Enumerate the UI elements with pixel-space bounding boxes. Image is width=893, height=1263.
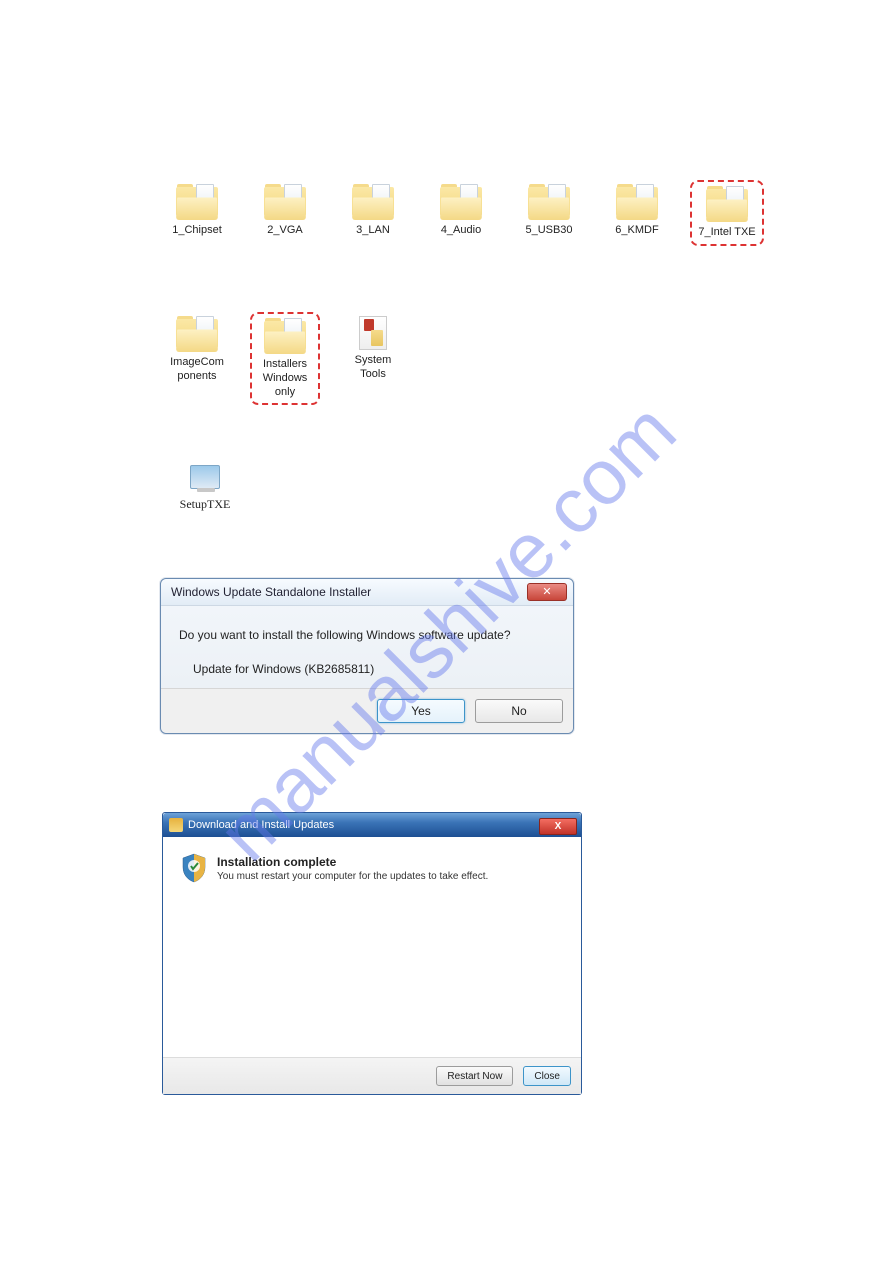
close-icon: X [555, 821, 562, 832]
folder-label: 6_KMDF [615, 224, 658, 238]
dialog-download-install-updates: Download and Install Updates X Installat… [162, 812, 582, 1095]
dialog1-title: Windows Update Standalone Installer [171, 585, 371, 599]
dialog2-heading: Installation complete [217, 855, 488, 869]
folder-intel-txe[interactable]: 7_Intel TXE [690, 180, 764, 246]
close-button-footer[interactable]: Close [523, 1066, 571, 1086]
folder-icon [264, 184, 306, 220]
monitor-icon [190, 465, 220, 489]
dialog1-body: Do you want to install the following Win… [161, 606, 573, 688]
tools-icon [359, 316, 387, 350]
folder-icon [352, 184, 394, 220]
folder-kmdf[interactable]: 6_KMDF [602, 180, 672, 246]
dialog1-titlebar: Windows Update Standalone Installer ✕ [161, 579, 573, 606]
dialog2-subtext: You must restart your computer for the u… [217, 871, 488, 882]
folder-imagecomponents[interactable]: ImageCom ponents [162, 312, 232, 405]
folder-label: 1_Chipset [172, 224, 222, 238]
close-label: Close [534, 1071, 560, 1082]
folder-icon [176, 316, 218, 352]
no-button-label: No [511, 704, 526, 718]
folder-icon [176, 184, 218, 220]
folder-installers-windows-only[interactable]: Installers Windows only [250, 312, 320, 405]
shield-icon [181, 853, 207, 883]
no-button[interactable]: No [475, 699, 563, 723]
folder-icon [528, 184, 570, 220]
folder-icon [264, 318, 306, 354]
dialog2-title: Download and Install Updates [188, 819, 334, 831]
folder-label: Installers Windows only [263, 358, 308, 399]
update-icon [169, 818, 183, 832]
yes-button-label: Yes [411, 704, 431, 718]
folder-label: 5_USB30 [525, 224, 572, 238]
close-icon: ✕ [542, 587, 551, 598]
dialog1-footer: Yes No [161, 688, 573, 733]
setup-txe-label: SetupTXE [180, 497, 231, 512]
folder-label: 3_LAN [356, 224, 390, 238]
folder-vga[interactable]: 2_VGA [250, 180, 320, 246]
dialog-windows-update-standalone: Windows Update Standalone Installer ✕ Do… [160, 578, 574, 734]
folder-icon [440, 184, 482, 220]
folder-row-1: 1_Chipset 2_VGA 3_LAN 4_Audio 5_USB30 6_… [162, 180, 764, 246]
yes-button[interactable]: Yes [377, 699, 465, 723]
folder-icon [616, 184, 658, 220]
folder-system-tools[interactable]: System Tools [338, 312, 408, 405]
dialog2-body: Installation complete You must restart y… [163, 837, 581, 1057]
close-button[interactable]: ✕ [527, 583, 567, 601]
folder-label: 4_Audio [441, 224, 481, 238]
folder-icon [706, 186, 748, 222]
folder-row-2: ImageCom ponents Installers Windows only… [162, 312, 408, 405]
restart-now-button[interactable]: Restart Now [436, 1066, 513, 1086]
folder-lan[interactable]: 3_LAN [338, 180, 408, 246]
setup-txe-shortcut[interactable]: SetupTXE [170, 465, 240, 512]
folder-usb30[interactable]: 5_USB30 [514, 180, 584, 246]
folder-label: 7_Intel TXE [698, 226, 755, 240]
folder-label: ImageCom ponents [170, 356, 224, 384]
dialog2-titlebar: Download and Install Updates X [163, 813, 581, 837]
close-button[interactable]: X [539, 818, 577, 835]
folder-chipset[interactable]: 1_Chipset [162, 180, 232, 246]
folder-audio[interactable]: 4_Audio [426, 180, 496, 246]
dialog1-question: Do you want to install the following Win… [179, 628, 555, 642]
dialog1-update-name: Update for Windows (KB2685811) [179, 662, 555, 676]
dialog2-footer: Restart Now Close [163, 1057, 581, 1094]
folder-label: System Tools [355, 354, 392, 382]
restart-now-label: Restart Now [447, 1071, 502, 1082]
folder-label: 2_VGA [267, 224, 302, 238]
